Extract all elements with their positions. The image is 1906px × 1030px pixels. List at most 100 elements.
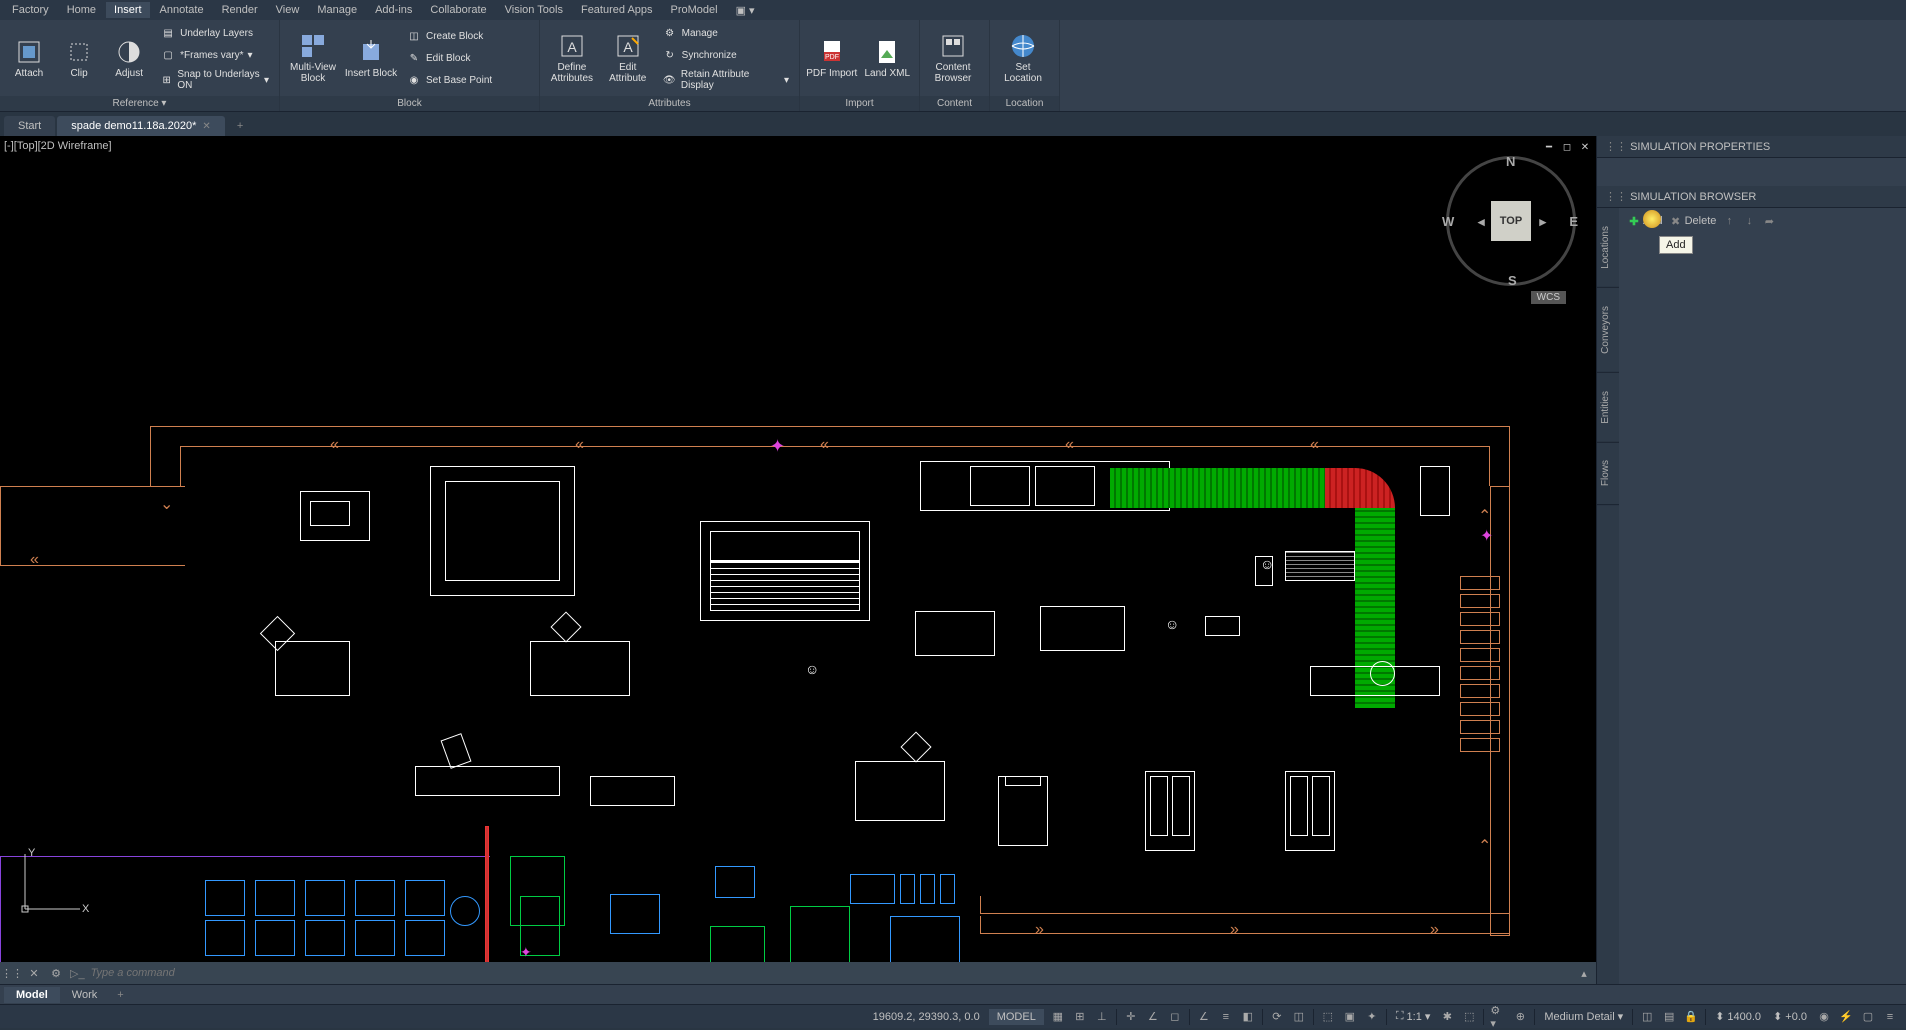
- dynamic-ucs-icon[interactable]: ⬚: [1320, 1009, 1336, 1025]
- close-viewport-icon[interactable]: ✕: [1578, 140, 1592, 154]
- osnap-icon[interactable]: ◻: [1167, 1009, 1183, 1025]
- move-down-button[interactable]: ↓: [1742, 214, 1756, 228]
- insert-block-button[interactable]: Insert Block: [344, 24, 398, 92]
- edit-attribute-button[interactable]: A Edit Attribute: [602, 24, 654, 92]
- simulation-properties-header[interactable]: ⋮⋮ SIMULATION PROPERTIES: [1597, 136, 1906, 158]
- tab-work[interactable]: Work: [60, 987, 109, 1003]
- selection-filter-icon[interactable]: ▣: [1342, 1009, 1358, 1025]
- ortho-icon[interactable]: ⊥: [1094, 1009, 1110, 1025]
- tab-model[interactable]: Model: [4, 987, 60, 1003]
- underlay-layers-button[interactable]: ▤Underlay Layers: [156, 23, 273, 43]
- otrack-icon[interactable]: ∠: [1196, 1009, 1212, 1025]
- command-input[interactable]: [91, 967, 1570, 979]
- view-cube[interactable]: TOP N S E W ◂ ▸: [1446, 156, 1576, 286]
- drawing-viewport[interactable]: [-][Top][2D Wireframe] ━ ◻ ✕ TOP N S E W…: [0, 136, 1596, 984]
- menu-featuredapps[interactable]: Featured Apps: [573, 2, 661, 18]
- menu-annotate[interactable]: Annotate: [152, 2, 212, 18]
- units-icon[interactable]: ◫: [1639, 1009, 1655, 1025]
- transparency-icon[interactable]: ◧: [1240, 1009, 1256, 1025]
- isodraft-icon[interactable]: ∠: [1145, 1009, 1161, 1025]
- new-layout-button[interactable]: +: [109, 987, 131, 1003]
- annotation-autoadd-icon[interactable]: ⬚: [1461, 1009, 1477, 1025]
- minimize-icon[interactable]: ━: [1542, 140, 1556, 154]
- viewcube-east[interactable]: E: [1569, 214, 1578, 229]
- simulation-browser-header[interactable]: ⋮⋮ SIMULATION BROWSER: [1597, 186, 1906, 208]
- cmdline-close-icon[interactable]: ✕: [26, 965, 42, 981]
- menu-render[interactable]: Render: [214, 2, 266, 18]
- edit-block-button[interactable]: ✎Edit Block: [402, 48, 496, 68]
- menu-promodel[interactable]: ProModel: [663, 2, 726, 18]
- pdf-import-button[interactable]: PDF PDF Import: [806, 24, 858, 92]
- annotation-scale[interactable]: ⛶ 1:1 ▾: [1393, 1010, 1434, 1023]
- model-space-toggle[interactable]: MODEL: [989, 1009, 1044, 1025]
- viewcube-west[interactable]: W: [1442, 214, 1454, 229]
- close-icon[interactable]: ✕: [202, 121, 210, 132]
- customize-icon[interactable]: ≡: [1882, 1009, 1898, 1025]
- quickprops-icon[interactable]: ▤: [1661, 1009, 1677, 1025]
- coordinates-readout[interactable]: 19609.2, 29390.3, 0.0: [870, 1011, 983, 1023]
- workspace-icon[interactable]: ⚙ ▾: [1490, 1009, 1506, 1025]
- tab-flows[interactable]: Flows: [1597, 442, 1619, 505]
- tab-entities[interactable]: Entities: [1597, 373, 1619, 443]
- delete-button[interactable]: ✖ Delete: [1669, 214, 1717, 228]
- manage-attributes-button[interactable]: ⚙Manage: [658, 23, 793, 43]
- cycling-icon[interactable]: ⟳: [1269, 1009, 1285, 1025]
- viewcube-north[interactable]: N: [1506, 154, 1515, 169]
- maximize-icon[interactable]: ◻: [1560, 140, 1574, 154]
- isolate-icon[interactable]: ◉: [1816, 1009, 1832, 1025]
- menu-visiontools[interactable]: Vision Tools: [497, 2, 571, 18]
- gizmo-icon[interactable]: ✦: [1364, 1009, 1380, 1025]
- land-xml-button[interactable]: Land XML: [862, 24, 914, 92]
- lineweight-icon[interactable]: ≡: [1218, 1009, 1234, 1025]
- go-button[interactable]: ➦: [1762, 214, 1776, 228]
- cmdline-handle-icon[interactable]: ⋮⋮: [4, 965, 20, 981]
- tab-locations[interactable]: Locations: [1597, 208, 1619, 288]
- tab-spade-demo[interactable]: spade demo11.18a.2020* ✕: [57, 116, 225, 136]
- hardware-accel-icon[interactable]: ⚡: [1838, 1009, 1854, 1025]
- menu-factory[interactable]: Factory: [4, 2, 57, 18]
- elevation-offset[interactable]: ⬍ +0.0: [1770, 1010, 1810, 1023]
- menu-addins[interactable]: Add-ins: [367, 2, 420, 18]
- lock-ui-icon[interactable]: 🔒: [1683, 1009, 1699, 1025]
- menu-home[interactable]: Home: [59, 2, 104, 18]
- viewcube-top-face[interactable]: TOP: [1491, 201, 1531, 241]
- move-up-button[interactable]: ↑: [1722, 214, 1736, 228]
- content-browser-button[interactable]: Content Browser: [926, 24, 980, 92]
- adjust-button[interactable]: Adjust: [106, 24, 152, 92]
- detail-level-dropdown[interactable]: Medium Detail ▾: [1541, 1010, 1626, 1023]
- menu-overflow-icon[interactable]: ▣ ▾: [728, 2, 763, 19]
- menu-view[interactable]: View: [268, 2, 308, 18]
- synchronize-button[interactable]: ↻Synchronize: [658, 45, 793, 65]
- set-location-button[interactable]: Set Location: [996, 24, 1050, 92]
- polar-icon[interactable]: ✛: [1123, 1009, 1139, 1025]
- annotation-monitor-icon[interactable]: ⊕: [1512, 1009, 1528, 1025]
- frames-vary-dropdown[interactable]: ▢*Frames vary* ▾: [156, 45, 273, 65]
- define-attributes-button[interactable]: A Define Attributes: [546, 24, 598, 92]
- clip-button[interactable]: Clip: [56, 24, 102, 92]
- tab-start[interactable]: Start: [4, 116, 55, 136]
- viewport-label[interactable]: [-][Top][2D Wireframe]: [4, 140, 112, 152]
- clean-screen-icon[interactable]: ▢: [1860, 1009, 1876, 1025]
- annotation-visibility-icon[interactable]: ✱: [1439, 1009, 1455, 1025]
- grid-icon[interactable]: ▦: [1050, 1009, 1066, 1025]
- elevation-readout[interactable]: ⬍ 1400.0: [1712, 1010, 1764, 1023]
- 3dosnap-icon[interactable]: ◫: [1291, 1009, 1307, 1025]
- retain-attr-display-dropdown[interactable]: 👁Retain Attribute Display ▾: [658, 67, 793, 93]
- multiview-block-button[interactable]: Multi-View Block: [286, 24, 340, 92]
- snap-underlays-dropdown[interactable]: ⊞Snap to Underlays ON ▾: [156, 67, 273, 93]
- menu-manage[interactable]: Manage: [309, 2, 365, 18]
- new-tab-button[interactable]: +: [227, 116, 253, 136]
- menu-insert[interactable]: Insert: [106, 2, 150, 18]
- attach-button[interactable]: Attach: [6, 24, 52, 92]
- wcs-label[interactable]: WCS: [1531, 291, 1566, 304]
- tab-conveyors[interactable]: Conveyors: [1597, 288, 1619, 373]
- ucs-icon[interactable]: Y X: [10, 844, 90, 924]
- snap-mode-icon[interactable]: ⊞: [1072, 1009, 1088, 1025]
- set-base-point-button[interactable]: ◉Set Base Point: [402, 70, 496, 90]
- command-line[interactable]: ⋮⋮ ✕ ⚙ ▷_ ▴: [0, 962, 1596, 984]
- viewcube-south[interactable]: S: [1508, 273, 1517, 288]
- menu-collaborate[interactable]: Collaborate: [422, 2, 494, 18]
- create-block-button[interactable]: ◫Create Block: [402, 26, 496, 46]
- cmdline-history-icon[interactable]: ▴: [1576, 965, 1592, 981]
- cmdline-customize-icon[interactable]: ⚙: [48, 965, 64, 981]
